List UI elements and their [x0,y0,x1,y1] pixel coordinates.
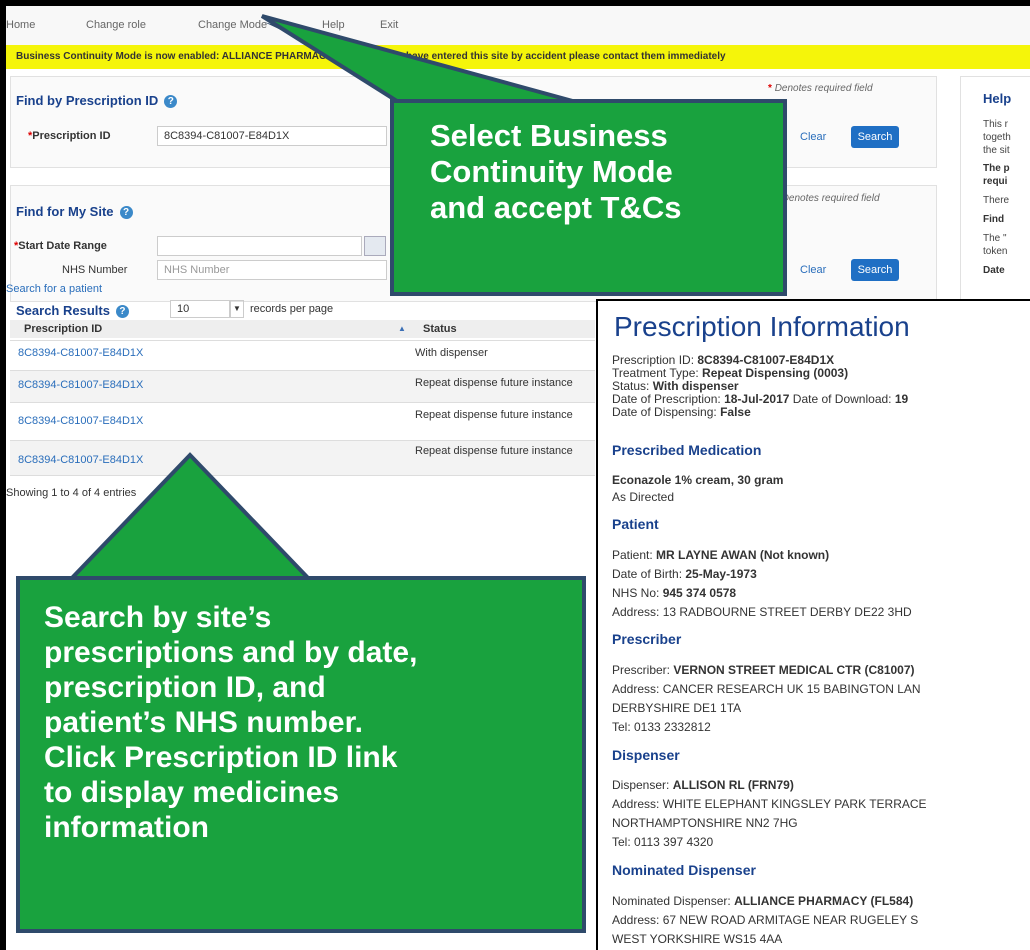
info-prescriber-address: Address: CANCER RESEARCH UK 15 BABINGTON… [612,682,921,696]
callout-line: prescriptions and by date, [44,636,418,669]
info-label: Treatment Type: [612,366,703,380]
info-patient-address: Address: 13 RADBOURNE STREET DERBY DE22 … [612,605,912,619]
callout-line: to display medicines [44,776,340,809]
callout-select-mode: Select Business Continuity Mode and acce… [390,99,787,296]
info-nhs-number: NHS No: 945 374 0578 [612,586,736,600]
prescription-information-panel: Prescription Information Prescription ID… [596,299,1030,950]
info-dob: Date of Birth: 25-May-1973 [612,567,757,581]
section-patient: Patient [612,516,659,532]
info-prescriber-tel: Tel: 0133 2332812 [612,720,711,734]
top-arrow-pointer [260,14,581,105]
callout-line: patient’s NHS number. [44,706,363,739]
info-title: Prescription Information [614,311,910,342]
info-value: Repeat Dispensing (0003) [702,366,849,380]
info-label: Prescriber: [612,663,674,677]
info-value: 945 374 0578 [662,586,737,600]
bottom-arrow-pointer [65,452,315,582]
medication-directions: As Directed [612,490,675,504]
section-dispenser: Dispenser [612,747,680,763]
info-prescriber: Prescriber: VERNON STREET MEDICAL CTR (C… [612,663,915,677]
info-nominated-dispenser: Nominated Dispenser: ALLIANCE PHARMACY (… [612,894,913,908]
info-value: 25-May-1973 [685,567,757,581]
info-prescription-id: Prescription ID: 8C8394-C81007-E84D1X [612,353,834,367]
callout-line: information [44,811,209,844]
info-label: Date of Dispensing: [612,405,721,419]
info-label: NHS No: [612,586,663,600]
callout-line: and accept T&Cs [430,190,682,225]
info-prescriber-address: DERBYSHIRE DE1 1TA [612,701,742,715]
info-label: Prescription ID: [612,353,698,367]
callout-line: Click Prescription ID link [44,741,398,774]
info-label: Nominated Dispenser: [612,894,735,908]
info-value: 8C8394-C81007-E84D1X [697,353,835,367]
info-value: With dispenser [652,379,739,393]
info-dispenser: Dispenser: ALLISON RL (FRN79) [612,778,794,792]
info-nominated-address: WEST YORKSHIRE WS15 4AA [612,932,783,946]
callout-line: prescription ID, and [44,671,326,704]
info-value: False [720,405,751,419]
info-dispenser-tel: Tel: 0113 397 4320 [612,835,714,849]
info-value: ALLISON RL (FRN79) [672,778,794,792]
info-label: Dispenser: [612,778,673,792]
info-dispenser-address: Address: WHITE ELEPHANT KINGSLEY PARK TE… [612,797,927,811]
info-value: VERNON STREET MEDICAL CTR (C81007) [673,663,915,677]
info-dates: Date of Prescription: 18-Jul-2017 Date o… [612,392,908,406]
info-status: Status: With dispenser [612,379,739,393]
info-label: Status: [612,379,653,393]
section-nominated-dispenser: Nominated Dispenser [612,862,756,878]
medication-name: Econazole 1% cream, 30 gram [612,473,783,487]
callout-line: Select Business [430,118,668,153]
info-label: Patient: [612,548,657,562]
info-value: Econazole 1% cream, 30 gram [612,473,784,487]
info-nominated-address: Address: 67 NEW ROAD ARMITAGE NEAR RUGEL… [612,913,919,927]
info-value: ALLIANCE PHARMACY (FL584) [734,894,914,908]
info-dispensing-date: Date of Dispensing: False [612,405,751,419]
callout-line: Search by site’s [44,601,272,634]
info-patient: Patient: MR LAYNE AWAN (Not known) [612,548,829,562]
info-label: Date of Prescription: [612,392,725,406]
info-treatment: Treatment Type: Repeat Dispensing (0003) [612,366,848,380]
info-value: 18-Jul-2017 [724,392,790,406]
info-value: MR LAYNE AWAN (Not known) [656,548,830,562]
section-prescribed-medication: Prescribed Medication [612,442,762,458]
info-dispenser-address: NORTHAMPTONSHIRE NN2 7HG [612,816,798,830]
info-value: 19 [894,392,909,406]
callout-search-instructions: Search by site’s prescriptions and by da… [16,576,586,933]
info-label: Date of Birth: [612,567,686,581]
callout-line: Continuity Mode [430,154,673,189]
section-prescriber: Prescriber [612,631,682,647]
info-label: Date of Download: [789,392,895,406]
